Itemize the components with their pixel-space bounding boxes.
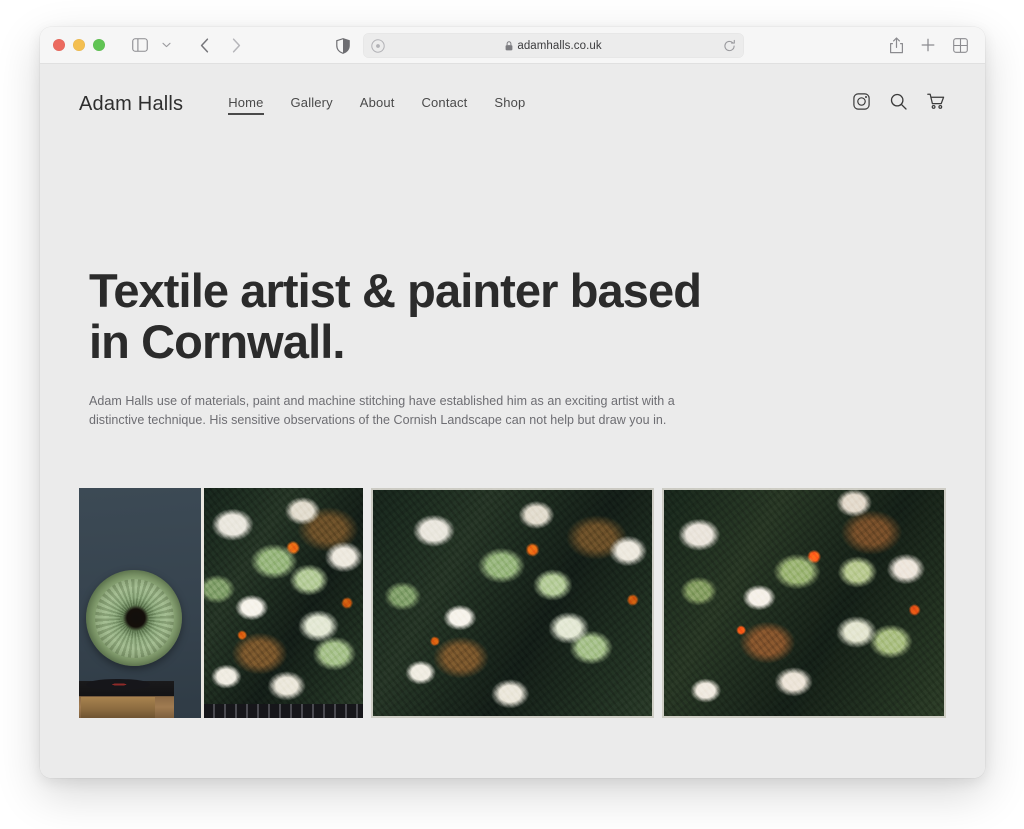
gramophone-ribs [94,579,174,658]
nav-item-about[interactable]: About [360,95,395,114]
gallery-strip [40,487,985,718]
lichen-overlay [370,487,655,718]
zoom-button[interactable] [93,39,105,51]
hero-paragraph: Adam Halls use of materials, paint and m… [89,394,675,428]
nav-item-home[interactable]: Home [228,95,264,115]
chevron-right-icon [232,37,240,53]
address-text-group: adamhalls.co.uk [363,40,744,52]
hero-title: Textile artist & painter based in Cornwa… [89,265,729,367]
instagram-glyph [853,93,870,110]
tab-overview-button[interactable] [947,33,973,57]
sidebar-dropdown-button[interactable] [153,33,179,57]
lichen-overlay [203,487,363,718]
gallery-item-3[interactable] [662,487,947,718]
gallery-item-1[interactable] [79,487,363,718]
framed-artwork [200,487,363,718]
keyboard-strip [203,703,363,718]
lichen-overlay [662,487,947,718]
gallery-item-2[interactable] [370,487,655,718]
site-header: Adam Halls Home Gallery About Contact Sh… [40,64,985,144]
tab-overview-icon [952,37,968,53]
browser-toolbar: adamhalls.co.uk [40,27,985,64]
reload-button[interactable] [723,39,736,52]
search-glyph [890,93,907,110]
close-button[interactable] [53,39,65,51]
room-wall [79,487,201,718]
site-utility-icons [853,93,945,115]
lichen-texture [370,487,655,718]
privacy-report-button[interactable] [332,34,354,58]
address-field[interactable]: adamhalls.co.uk [363,33,744,58]
site-navigation: Home Gallery About Contact Shop [228,95,525,115]
sidebar-controls [127,33,179,57]
toolbar-right-group [883,33,973,57]
browser-window: adamhalls.co.uk Adam Halls Home Gallery … [40,27,985,778]
artwork-room-scene [79,487,363,718]
minimize-button[interactable] [73,39,85,51]
chevron-down-icon [161,42,171,48]
sidebar-icon [132,38,148,52]
lichen-texture [662,487,947,718]
hero-title-line-2: in Cornwall. [89,315,345,369]
reload-icon [724,39,735,51]
sidebar-toggle-button[interactable] [127,33,153,57]
nav-item-contact[interactable]: Contact [422,95,468,114]
page-viewport: Adam Halls Home Gallery About Contact Sh… [40,64,985,778]
cart-icon[interactable] [927,93,945,115]
page-settings-icon[interactable] [371,38,385,53]
address-bar-area: adamhalls.co.uk [332,33,744,58]
hero-section: Textile artist & painter based in Cornwa… [40,144,985,430]
instagram-icon[interactable] [853,93,870,115]
wood-cabinet [81,697,155,718]
hero-title-line-1: Textile artist & painter based [89,264,702,317]
nav-item-gallery[interactable]: Gallery [291,95,333,114]
desktop-backdrop: adamhalls.co.uk Adam Halls Home Gallery … [0,0,1024,829]
nav-item-shop[interactable]: Shop [494,95,525,114]
back-button[interactable] [191,33,217,57]
lock-icon [505,40,513,50]
cart-glyph [927,93,945,109]
chevron-left-icon [200,37,208,53]
plus-icon [921,38,935,52]
shield-icon [336,37,350,54]
lichen-texture [203,487,363,718]
page-settings-glyph [371,38,385,53]
search-icon[interactable] [890,93,907,115]
new-tab-button[interactable] [915,33,941,57]
record-disc [86,678,150,691]
site-logo[interactable]: Adam Halls [79,93,183,116]
address-url-text: adamhalls.co.uk [517,39,602,52]
share-icon [889,36,903,53]
gramophone-icon [86,570,183,667]
forward-button[interactable] [223,33,249,57]
window-controls [53,39,105,51]
navigation-controls [191,33,249,57]
share-button[interactable] [883,33,909,57]
